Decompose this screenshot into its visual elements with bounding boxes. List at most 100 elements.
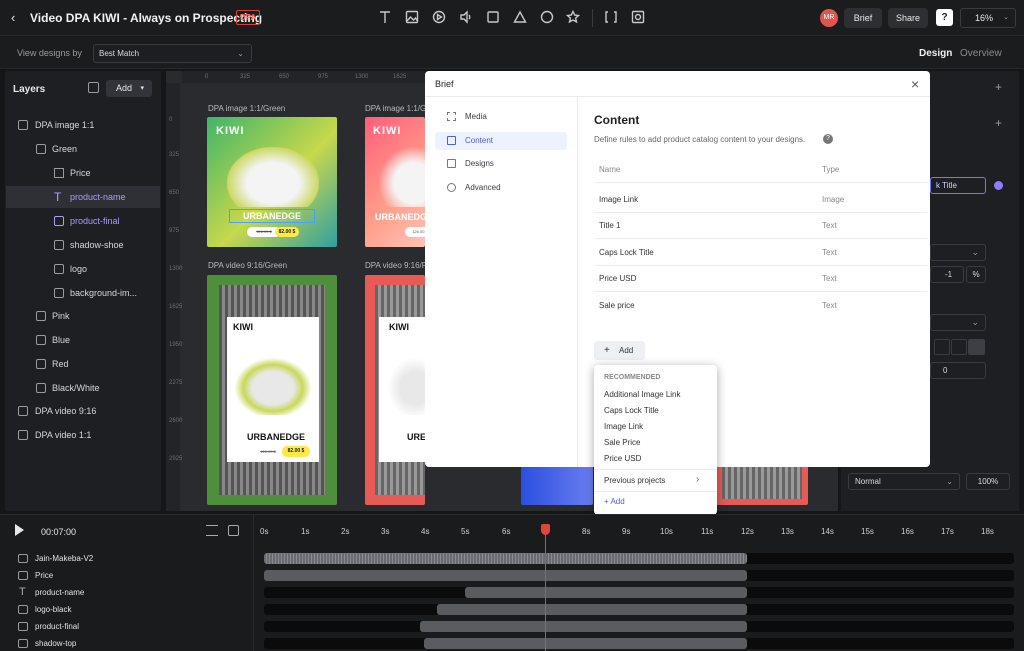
- row-type: Text: [822, 221, 837, 230]
- ruler-tick: 650: [279, 74, 290, 80]
- layer-label: DPA video 9:16: [35, 406, 97, 416]
- spacing-input[interactable]: 0: [930, 362, 986, 379]
- video-tool-icon[interactable]: [432, 10, 448, 26]
- dynamic-field-select[interactable]: k Title: [930, 177, 986, 194]
- table-row[interactable]: Sale price Text: [594, 293, 927, 319]
- add-layer-button[interactable]: Add ▾: [106, 80, 152, 97]
- blend-mode-select[interactable]: Normal ⌄: [848, 473, 960, 490]
- font-select[interactable]: ⌄: [930, 244, 986, 261]
- track-clip[interactable]: [465, 587, 747, 598]
- layer-item[interactable]: Price: [6, 162, 160, 184]
- design-video-green[interactable]: KIWI URBANEDGE 126.00 $ 82.00 $: [207, 275, 337, 505]
- dropdown-item[interactable]: Caps Lock Title: [604, 406, 659, 415]
- shoe-image: [231, 355, 315, 415]
- track-clip[interactable]: [264, 570, 747, 581]
- layer-label: DPA image 1:1: [35, 120, 95, 130]
- help-circle-icon[interactable]: ?: [823, 134, 833, 144]
- fit-icon[interactable]: [228, 525, 239, 536]
- zoom-select[interactable]: 16% ⌄: [960, 8, 1016, 28]
- back-chevron-icon[interactable]: ‹: [11, 11, 23, 25]
- add-icon[interactable]: +: [995, 116, 1002, 130]
- focus-icon[interactable]: [88, 82, 99, 93]
- old-price: 126.00 $: [405, 227, 425, 237]
- brief-nav-media[interactable]: Media: [435, 108, 567, 126]
- layer-item[interactable]: Green: [6, 138, 160, 160]
- brief-nav-content[interactable]: Content: [435, 132, 567, 150]
- brief-button[interactable]: Brief: [844, 8, 882, 28]
- layer-item-selected[interactable]: Tproduct-name: [6, 186, 160, 208]
- layer-item[interactable]: DPA video 9:16: [6, 400, 160, 422]
- playhead-handle[interactable]: [541, 524, 550, 535]
- layer-label: Black/White: [52, 383, 100, 393]
- brief-nav-advanced[interactable]: Advanced: [435, 179, 567, 197]
- dropdown-item[interactable]: Price USD: [604, 454, 641, 463]
- play-icon[interactable]: [15, 524, 24, 536]
- design-video-red[interactable]: [716, 465, 808, 505]
- bracket-tool-icon[interactable]: [604, 10, 620, 26]
- track-clip[interactable]: [424, 638, 747, 649]
- layer-item[interactable]: Black/White: [6, 377, 160, 399]
- embed-tool-icon[interactable]: [631, 10, 647, 26]
- previous-projects-item[interactable]: Previous projects: [604, 476, 665, 485]
- content-heading: Content: [594, 113, 640, 127]
- tab-design[interactable]: Design: [919, 48, 952, 59]
- share-button[interactable]: Share: [888, 8, 928, 28]
- opacity-input[interactable]: 100%: [966, 473, 1010, 490]
- ellipse-tool-icon[interactable]: [540, 10, 556, 26]
- layer-label: DPA video 1:1: [35, 430, 92, 440]
- tracking-input[interactable]: -1: [930, 266, 964, 283]
- layer-item[interactable]: Blue: [6, 329, 160, 351]
- time-tick: 4s: [421, 527, 430, 536]
- style-select[interactable]: ⌄: [930, 314, 986, 331]
- table-row[interactable]: Caps Lock Title Text: [594, 240, 927, 266]
- layer-item[interactable]: product-final: [6, 210, 160, 232]
- help-icon[interactable]: ?: [936, 9, 953, 26]
- tracking-unit[interactable]: %: [966, 266, 986, 283]
- rectangle-tool-icon[interactable]: [486, 10, 502, 26]
- ruler-tick: 2925: [169, 456, 183, 462]
- align-top-icon[interactable]: [934, 339, 950, 355]
- layer-item[interactable]: background-im...: [6, 282, 160, 304]
- design-image-green[interactable]: KIWI URBANEDGE 126.00 $ 82.00 $: [207, 117, 337, 247]
- close-icon[interactable]: ×: [911, 76, 919, 92]
- table-row[interactable]: Price USD Text: [594, 266, 927, 292]
- triangle-tool-icon[interactable]: [513, 10, 529, 26]
- text-tool-icon[interactable]: [378, 10, 394, 26]
- dropdown-item[interactable]: Additional Image Link: [604, 390, 681, 399]
- audio-clip[interactable]: [264, 553, 747, 564]
- user-avatar[interactable]: MR: [820, 9, 838, 27]
- layer-item[interactable]: Red: [6, 353, 160, 375]
- align-bottom-icon[interactable]: [968, 339, 985, 355]
- add-content-button[interactable]: + Add: [594, 341, 645, 360]
- layer-item[interactable]: DPA image 1:1: [6, 114, 160, 136]
- align-middle-icon[interactable]: [951, 339, 967, 355]
- star-tool-icon[interactable]: [565, 9, 582, 26]
- layer-item[interactable]: logo: [6, 258, 160, 280]
- table-row[interactable]: Image Link Image: [594, 187, 927, 213]
- design-video-blue[interactable]: [521, 465, 593, 505]
- table-row[interactable]: Title 1 Text: [594, 213, 927, 239]
- product-name-text[interactable]: URBANEDGE: [229, 209, 315, 223]
- dynamic-indicator-icon[interactable]: [994, 181, 1003, 190]
- layer-item[interactable]: Pink: [6, 305, 160, 327]
- dropdown-item[interactable]: Sale Price: [604, 438, 640, 447]
- image-tool-icon[interactable]: [405, 10, 421, 26]
- content-icon: [447, 136, 456, 145]
- add-custom-item[interactable]: + Add: [604, 497, 625, 506]
- layer-item[interactable]: shadow-shoe: [6, 234, 160, 256]
- tab-overview[interactable]: Overview: [960, 48, 1002, 59]
- brief-nav-designs[interactable]: Designs: [435, 155, 567, 173]
- audio-tool-icon[interactable]: [459, 10, 475, 26]
- row-name: Price USD: [599, 274, 637, 283]
- design-image-pink[interactable]: KIWI URBANEDGE 126.00 $: [365, 117, 425, 247]
- add-icon[interactable]: +: [995, 80, 1002, 94]
- track-clip[interactable]: [420, 621, 747, 632]
- time-tick: 15s: [861, 527, 874, 536]
- dropdown-item[interactable]: Image Link: [604, 422, 643, 431]
- view-designs-select[interactable]: Best Match ⌄: [93, 44, 252, 63]
- track-clip[interactable]: [437, 604, 747, 615]
- split-icon[interactable]: [206, 525, 218, 536]
- layer-item[interactable]: DPA video 1:1: [6, 424, 160, 446]
- ruler-tick: 1625: [393, 74, 407, 80]
- design-video-pink[interactable]: KIWI URE: [365, 275, 425, 505]
